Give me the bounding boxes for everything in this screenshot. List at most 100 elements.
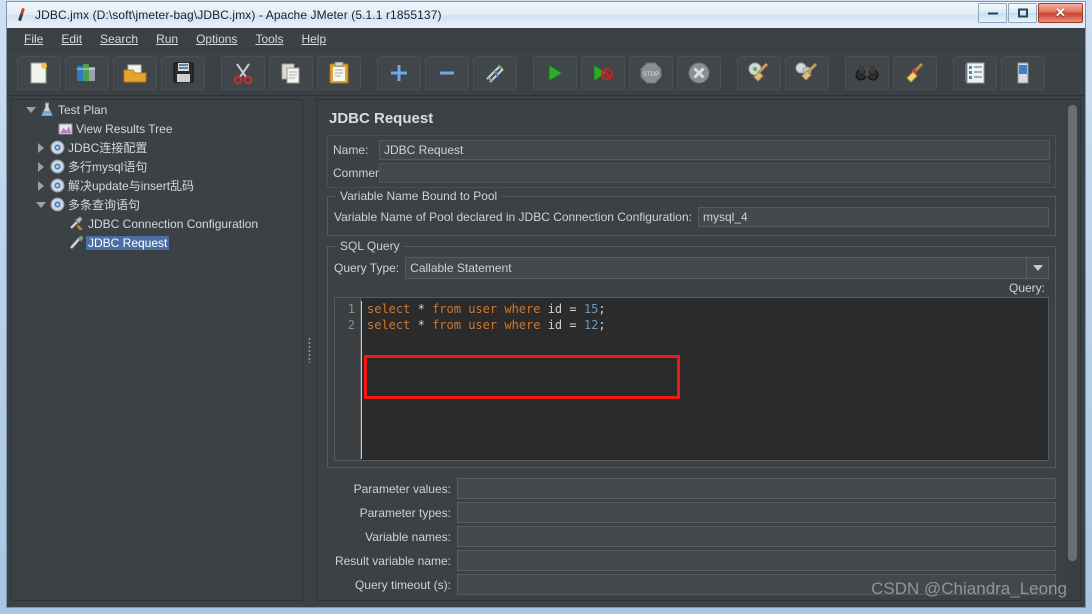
tree-node-multiline-mysql-cn[interactable]: 多行mysql语句 bbox=[12, 157, 302, 176]
stop-icon[interactable]: STOP bbox=[629, 55, 673, 90]
parameter-types-row: Parameter types: bbox=[327, 502, 1056, 523]
sql-query-group: SQL Query Query Type: Callable Statement… bbox=[327, 239, 1056, 468]
start-no-pauses-icon[interactable] bbox=[581, 55, 625, 90]
scrollbar-thumb[interactable] bbox=[1068, 105, 1077, 561]
divider-grip[interactable] bbox=[307, 337, 311, 363]
close-button[interactable]: ✕ bbox=[1038, 3, 1083, 23]
parameter-values-input[interactable] bbox=[457, 478, 1056, 499]
result-variable-name-label: Result variable name: bbox=[334, 553, 451, 568]
query-timeout-input[interactable] bbox=[457, 574, 1056, 595]
chevron-right-icon[interactable] bbox=[34, 180, 48, 191]
menu-tools[interactable]: Tools bbox=[246, 30, 292, 48]
copy-icon[interactable] bbox=[269, 55, 313, 90]
open-folder-icon[interactable] bbox=[113, 55, 157, 90]
tree-node-jdbc-conn-config-cn[interactable]: JDBC连接配置 bbox=[12, 138, 302, 157]
tree-node-label: View Results Tree bbox=[76, 121, 173, 136]
tree-node-label: 多条查询语句 bbox=[68, 198, 141, 212]
toolbar: STOP bbox=[7, 50, 1085, 96]
sql-line: select * from user where id = 15; bbox=[367, 302, 606, 316]
sql-query-editor[interactable]: 1 2 select * from user where id = 15; se… bbox=[334, 297, 1049, 461]
menu-file[interactable]: File bbox=[15, 30, 52, 48]
parameter-types-input[interactable] bbox=[457, 502, 1056, 523]
result-variable-name-row: Result variable name: bbox=[327, 550, 1056, 571]
minimize-button[interactable] bbox=[978, 3, 1007, 23]
cut-scissors-icon[interactable] bbox=[221, 55, 265, 90]
tree-node-jdbc-request[interactable]: JDBC Request bbox=[12, 233, 302, 252]
start-play-icon[interactable] bbox=[533, 55, 577, 90]
config-gear-icon bbox=[48, 159, 66, 174]
window-title: JDBC.jmx (D:\soft\jmeter-bag\JDBC.jmx) -… bbox=[35, 8, 442, 22]
config-gear-icon bbox=[48, 140, 66, 155]
chevron-right-icon[interactable] bbox=[34, 142, 48, 153]
clear-all-gears-broom-icon[interactable] bbox=[785, 55, 829, 90]
jmeter-window: JDBC.jmx (D:\soft\jmeter-bag\JDBC.jmx) -… bbox=[6, 1, 1086, 608]
jmeter-feather-icon bbox=[13, 6, 31, 24]
pool-group-legend: Variable Name Bound to Pool bbox=[336, 189, 502, 203]
menu-search[interactable]: Search bbox=[91, 30, 147, 48]
tree-node-test-plan[interactable]: Test Plan bbox=[12, 100, 302, 119]
chevron-down-icon[interactable] bbox=[1026, 258, 1048, 278]
tree-node-label: JDBC Connection Configuration bbox=[88, 216, 259, 231]
reset-search-broom-icon[interactable] bbox=[893, 55, 937, 90]
comments-input[interactable] bbox=[379, 163, 1050, 183]
tree-node-label: 多行mysql语句 bbox=[68, 160, 148, 174]
pool-variable-input[interactable]: mysql_4 bbox=[697, 207, 1049, 227]
name-row: Name: JDBC Request bbox=[333, 140, 1050, 160]
name-label: Name: bbox=[333, 143, 369, 157]
function-helper-notepad-icon[interactable] bbox=[953, 55, 997, 90]
expand-all-plus-icon[interactable] bbox=[377, 55, 421, 90]
name-input[interactable]: JDBC Request bbox=[379, 140, 1050, 160]
pool-label: Variable Name of Pool declared in JDBC C… bbox=[334, 210, 692, 224]
sql-query-group-legend: SQL Query bbox=[336, 239, 404, 253]
tree-node-multi-query-cn[interactable]: 多条查询语句 bbox=[12, 195, 302, 214]
name-comments-block: Name: JDBC Request Comments: bbox=[327, 135, 1056, 188]
menu-edit[interactable]: Edit bbox=[52, 30, 91, 48]
tree-node-fix-encoding-cn[interactable]: 解决update与insert乱码 bbox=[12, 176, 302, 195]
tree-node-label: JDBC Request bbox=[86, 235, 170, 250]
editor-scroll-area: JDBC Request Name: JDBC Request Comments… bbox=[317, 100, 1066, 600]
result-variable-name-input[interactable] bbox=[457, 550, 1056, 571]
split-pane-divider[interactable] bbox=[304, 99, 314, 601]
query-label: Query: bbox=[1008, 281, 1045, 295]
heap-memory-icon[interactable] bbox=[1001, 55, 1045, 90]
text-caret bbox=[361, 301, 362, 459]
collapse-all-minus-icon[interactable] bbox=[425, 55, 469, 90]
clear-gear-broom-icon[interactable] bbox=[737, 55, 781, 90]
tree-node-jdbc-connection-configuration[interactable]: JDBC Connection Configuration bbox=[12, 214, 302, 233]
maximize-restore-button[interactable] bbox=[1008, 3, 1037, 23]
menu-help[interactable]: Help bbox=[292, 30, 335, 48]
chevron-down-icon[interactable] bbox=[34, 201, 48, 208]
menu-run[interactable]: Run bbox=[147, 30, 187, 48]
variable-names-input[interactable] bbox=[457, 526, 1056, 547]
main-split-pane: Test Plan View Results Tree JDBC连接配置 多行m… bbox=[7, 97, 1085, 607]
save-icon[interactable] bbox=[161, 55, 205, 90]
shutdown-icon[interactable] bbox=[677, 55, 721, 90]
search-binoculars-icon[interactable] bbox=[845, 55, 889, 90]
paste-clipboard-icon[interactable] bbox=[317, 55, 361, 90]
comments-row: Comments: bbox=[333, 163, 1050, 183]
parameters-section: Parameter values: Parameter types: Varia… bbox=[327, 478, 1056, 595]
query-type-value: Callable Statement bbox=[410, 261, 512, 275]
chevron-right-icon[interactable] bbox=[34, 161, 48, 172]
chevron-down-icon[interactable] bbox=[24, 106, 38, 113]
title-bar: JDBC.jmx (D:\soft\jmeter-bag\JDBC.jmx) -… bbox=[7, 2, 1085, 28]
test-plan-tree[interactable]: Test Plan View Results Tree JDBC连接配置 多行m… bbox=[11, 99, 303, 601]
toggle-icon[interactable] bbox=[473, 55, 517, 90]
sql-line: select * from user where id = 12; bbox=[367, 318, 606, 332]
view-results-tree-icon bbox=[56, 122, 74, 136]
query-type-select[interactable]: Callable Statement bbox=[405, 257, 1049, 279]
templates-icon[interactable] bbox=[65, 55, 109, 90]
sql-code-area[interactable]: select * from user where id = 15; select… bbox=[361, 298, 1048, 460]
query-timeout-row: Query timeout (s): bbox=[327, 574, 1056, 595]
config-gear-icon bbox=[48, 197, 66, 212]
line-number: 2 bbox=[347, 318, 355, 332]
editor-vertical-scrollbar[interactable] bbox=[1066, 101, 1079, 599]
parameter-values-row: Parameter values: bbox=[327, 478, 1056, 499]
tree-node-label: Test Plan bbox=[58, 102, 108, 117]
tree-node-view-results-tree[interactable]: View Results Tree bbox=[12, 119, 302, 138]
jdbc-request-editor: JDBC Request Name: JDBC Request Comments… bbox=[316, 99, 1081, 601]
comments-label: Comments: bbox=[333, 166, 395, 180]
new-icon[interactable] bbox=[17, 55, 61, 90]
menu-options[interactable]: Options bbox=[187, 30, 246, 48]
parameter-values-label: Parameter values: bbox=[353, 481, 451, 496]
